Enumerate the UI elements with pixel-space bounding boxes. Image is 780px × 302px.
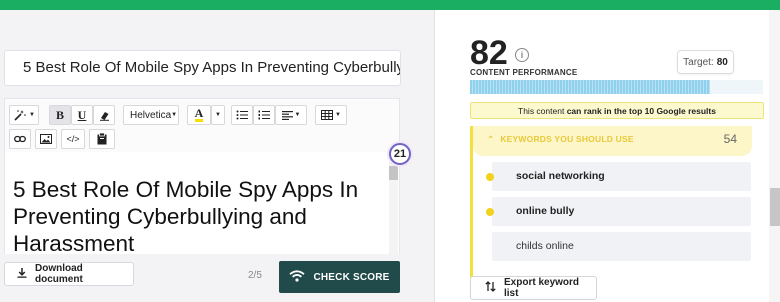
editor-scroll-thumb[interactable] — [389, 166, 398, 180]
content-performance-label: CONTENT PERFORMANCE — [470, 68, 578, 77]
image-button[interactable] — [35, 129, 57, 149]
eraser-button[interactable] — [93, 105, 115, 125]
keywords-header-label: KEYWORDS YOU SHOULD USE — [500, 134, 634, 144]
keyword-item[interactable]: online bully — [486, 197, 751, 226]
numbered-list-icon — [258, 110, 270, 120]
ranking-notice-highlight: can rank in the top 10 Google results — [566, 105, 716, 116]
keywords-panel: ⌃ KEYWORDS YOU SHOULD USE 54 social netwo… — [470, 126, 752, 292]
code-button[interactable]: </> — [61, 129, 85, 149]
keyword-used-dot — [486, 208, 494, 216]
download-icon — [17, 267, 27, 281]
clipboard-icon — [97, 133, 107, 145]
keyword-label: childs online — [516, 240, 574, 252]
keyword-label: online bully — [516, 205, 575, 217]
table-button[interactable]: ▼ — [315, 105, 347, 125]
keywords-header-title: ⌃ KEYWORDS YOU SHOULD USE — [487, 134, 634, 145]
issue-count-badge[interactable]: 21 — [389, 143, 411, 165]
font-select[interactable]: Helvetica ▼ — [123, 105, 179, 125]
keywords-count: 54 — [723, 132, 737, 146]
sort-arrows-icon — [485, 281, 496, 295]
score-pane: 82 i CONTENT PERFORMANCE Target: 80 This… — [434, 10, 780, 302]
editor-body-text[interactable]: 5 Best Role Of Mobile Spy Apps In Preven… — [13, 176, 385, 257]
bullet-list-button[interactable] — [231, 105, 253, 125]
export-keyword-list-label: Export keyword list — [504, 277, 580, 299]
ranking-notice-prefix: This content — [518, 105, 565, 116]
image-icon — [40, 134, 52, 144]
target-value: 80 — [716, 56, 728, 68]
top-accent-bar — [0, 0, 780, 10]
paste-button[interactable] — [89, 129, 115, 149]
title-input[interactable]: 5 Best Role Of Mobile Spy Apps In Preven… — [4, 50, 401, 86]
target-label: Target: — [683, 56, 714, 68]
content-score: 82 — [470, 34, 508, 72]
underline-button[interactable]: U — [71, 105, 93, 125]
text-color-dropdown[interactable]: ▼ — [211, 105, 225, 125]
link-button[interactable] — [9, 129, 31, 149]
export-keyword-list-button[interactable]: Export keyword list — [470, 276, 597, 300]
chevron-down-icon: ▼ — [171, 112, 178, 118]
keyword-item[interactable]: social networking — [486, 162, 751, 191]
eraser-icon — [99, 110, 110, 121]
download-label: Download document — [35, 263, 83, 285]
editor-scrollbar[interactable] — [389, 160, 398, 260]
score-pane-scroll-thumb[interactable] — [770, 188, 780, 226]
wifi-icon — [289, 269, 306, 285]
ranking-notice: This content can rank in the top 10 Goog… — [470, 102, 764, 119]
magic-wand-icon — [13, 109, 27, 121]
download-document-button[interactable]: Download document — [4, 262, 134, 286]
chevron-down-icon: ▼ — [215, 112, 221, 118]
keyword-label: social networking — [516, 170, 605, 182]
align-left-icon — [281, 110, 293, 120]
keyword-item[interactable]: childs online — [492, 232, 751, 261]
editor-toolbar: ▼ B U Helvetica ▼ A ▼ ▼ ▼ </> — [4, 98, 400, 152]
font-select-value: Helvetica — [130, 109, 172, 121]
magic-wand-button[interactable]: ▼ — [9, 105, 39, 125]
chevron-down-icon: ▼ — [294, 112, 301, 118]
numbered-list-button[interactable] — [253, 105, 275, 125]
link-icon — [14, 135, 26, 143]
check-score-button[interactable]: CHECK SCORE — [279, 261, 400, 293]
chevron-down-icon: ▼ — [29, 112, 35, 118]
chevron-up-icon: ⌃ — [487, 134, 495, 144]
bold-button[interactable]: B — [49, 105, 71, 125]
score-pane-scrollbar[interactable] — [769, 10, 780, 302]
score-progress-bar — [470, 80, 763, 94]
align-button[interactable]: ▼ — [275, 105, 307, 125]
bullet-list-icon — [236, 110, 248, 120]
chevron-down-icon: ▼ — [335, 112, 341, 118]
target-score-box: Target: 80 — [677, 50, 734, 74]
page-indicator: 2/5 — [248, 270, 262, 281]
keyword-used-dot — [486, 173, 494, 181]
info-icon[interactable]: i — [515, 48, 529, 62]
editor-content[interactable]: 5 Best Role Of Mobile Spy Apps In Preven… — [4, 152, 400, 264]
table-icon — [321, 110, 334, 120]
text-color-label: A — [194, 106, 204, 122]
keywords-header[interactable]: ⌃ KEYWORDS YOU SHOULD USE 54 — [473, 126, 752, 156]
score-progress-remaining — [710, 80, 763, 94]
editor-footer: Download document 2/5 CHECK SCORE — [0, 254, 433, 302]
check-score-label: CHECK SCORE — [313, 271, 390, 283]
text-color-button[interactable]: A — [187, 105, 211, 125]
